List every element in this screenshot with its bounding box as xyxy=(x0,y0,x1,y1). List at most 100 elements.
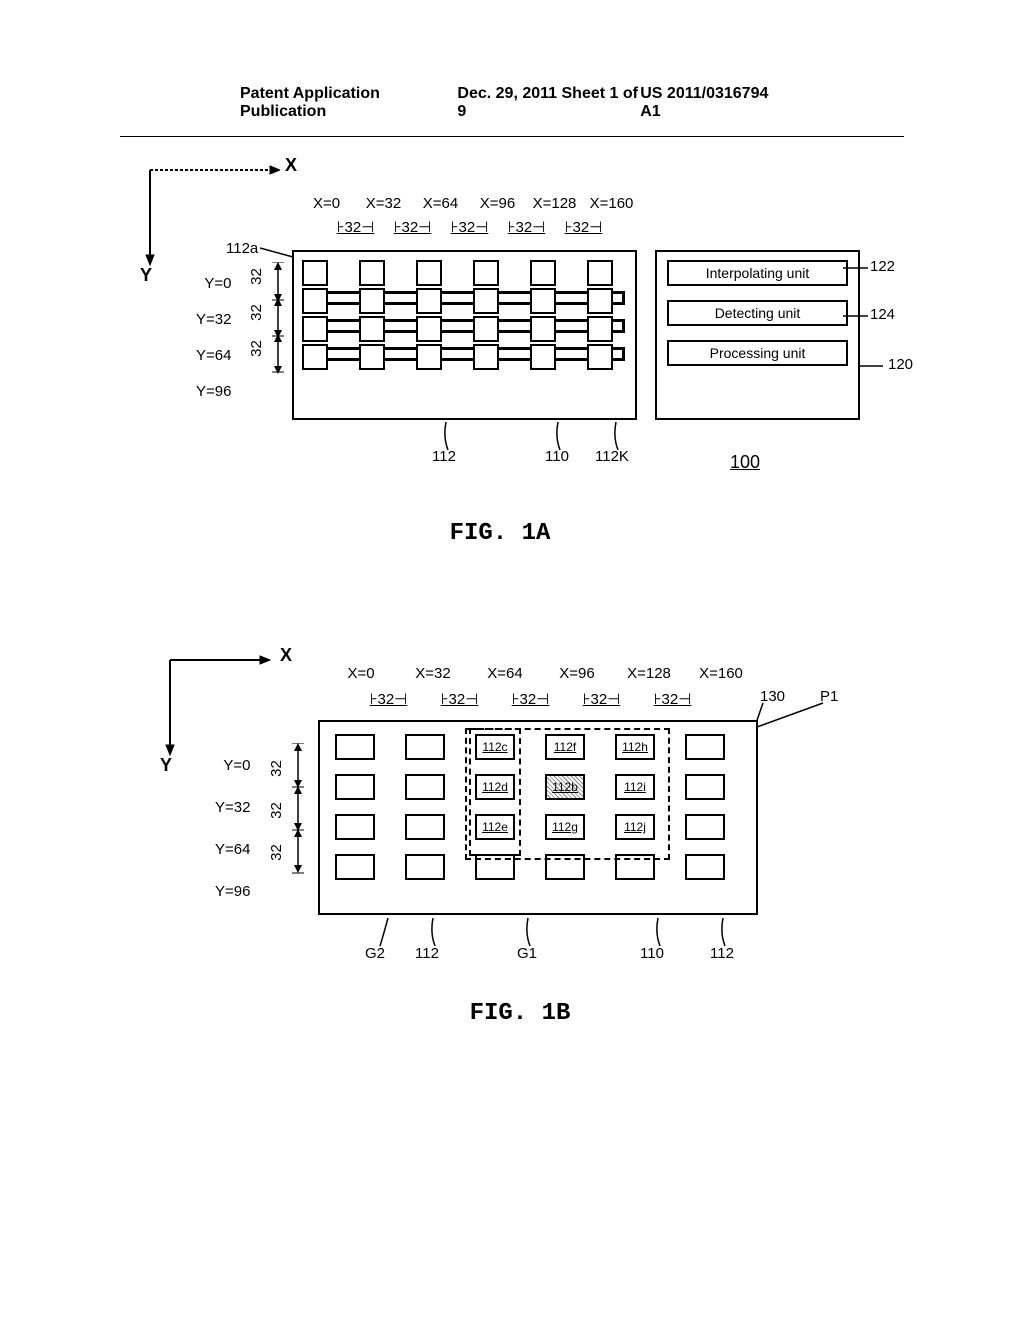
y-label: Y=0 xyxy=(215,748,250,790)
sensor-node xyxy=(685,814,725,840)
sensor-row xyxy=(302,344,635,370)
axis-y-label-a: Y xyxy=(140,265,152,286)
sensor-node xyxy=(335,854,375,880)
pitch-label: ⊦32⊣ xyxy=(431,690,488,708)
sensor-node xyxy=(405,774,445,800)
x-pitch-labels-a: ⊦32⊣ ⊦32⊣ ⊦32⊣ ⊦32⊣ ⊦32⊣ xyxy=(327,218,612,236)
leader-g1 xyxy=(520,918,540,948)
x-label: X=160 xyxy=(583,195,640,212)
sensor-node xyxy=(530,288,556,314)
x-label: X=0 xyxy=(330,665,392,682)
y-bracket-b xyxy=(288,743,310,898)
y-label: Y=96 xyxy=(215,874,250,916)
x-label: X=128 xyxy=(618,665,680,682)
pitch-label: ⊦32⊣ xyxy=(441,218,498,236)
sensor-node xyxy=(359,316,385,342)
sensor-node xyxy=(302,316,328,342)
ref-122: 122 xyxy=(870,258,895,275)
sensor-node xyxy=(335,734,375,760)
y-bracket-a xyxy=(268,262,290,392)
y-labels-a: Y=0 Y=32 Y=64 Y=96 xyxy=(196,266,231,410)
sensor-node xyxy=(416,260,442,286)
sensor-node xyxy=(359,344,385,370)
sensor-node xyxy=(587,316,613,342)
pitch-label: ⊦32⊣ xyxy=(360,690,417,708)
sensor-node xyxy=(685,774,725,800)
pitch-label: ⊦32⊣ xyxy=(384,218,441,236)
pitch-label: ⊦32⊣ xyxy=(498,218,555,236)
sensor-node xyxy=(473,288,499,314)
sensor-panel-a xyxy=(292,250,637,420)
sensor-node xyxy=(405,814,445,840)
ref-110-b: 110 xyxy=(640,945,664,962)
x-labels-b: X=0 X=32 X=64 X=96 X=128 X=160 xyxy=(330,665,752,682)
y-labels-b: Y=0 Y=32 Y=64 Y=96 xyxy=(215,748,250,916)
axis-y-label-b: Y xyxy=(160,755,172,776)
leader-110b xyxy=(650,918,670,948)
ref-g1: G1 xyxy=(517,945,537,962)
y-label: Y=64 xyxy=(215,832,250,874)
sensor-node xyxy=(530,316,556,342)
y-label: Y=0 xyxy=(196,266,231,302)
detecting-unit: Detecting unit xyxy=(667,300,848,326)
sensor-node xyxy=(335,774,375,800)
fig-1a-label: FIG. 1A xyxy=(400,520,600,547)
sensor-node xyxy=(473,260,499,286)
leader-g2 xyxy=(376,918,396,948)
sensor-node xyxy=(302,288,328,314)
ref-112-bottom: 112 xyxy=(415,945,439,962)
leader-124 xyxy=(843,308,873,323)
ref-112-right: 112 xyxy=(710,945,734,962)
pitch-label: ⊦32⊣ xyxy=(502,690,559,708)
ref-112k: 112K xyxy=(595,448,629,465)
y-label: Y=96 xyxy=(196,374,231,410)
sensor-node xyxy=(685,734,725,760)
fig-1b-label: FIG. 1B xyxy=(420,1000,620,1027)
header-left: Patent Application Publication xyxy=(240,85,457,126)
x-label: X=32 xyxy=(402,665,464,682)
y-label: Y=32 xyxy=(196,302,231,338)
sensor-node xyxy=(473,344,499,370)
x-label: X=64 xyxy=(412,195,469,212)
ref-g2: G2 xyxy=(365,945,385,962)
sensor-node xyxy=(416,288,442,314)
x-label: X=0 xyxy=(298,195,355,212)
sensor-node xyxy=(473,316,499,342)
x-label: X=160 xyxy=(690,665,752,682)
sensor-node xyxy=(302,344,328,370)
sensor-node xyxy=(685,854,725,880)
sensor-row xyxy=(302,288,635,314)
sensor-node xyxy=(587,260,613,286)
leader-120 xyxy=(858,358,888,373)
y-label: Y=64 xyxy=(196,338,231,374)
patent-header: Patent Application Publication Dec. 29, … xyxy=(120,0,904,137)
y-pitch-labels-b: 32 32 32 xyxy=(268,760,285,886)
ref-112: 112 xyxy=(432,448,456,465)
sensor-node xyxy=(359,288,385,314)
sensor-node xyxy=(587,288,613,314)
x-label: X=64 xyxy=(474,665,536,682)
axis-x-label-a: X xyxy=(285,155,297,176)
group-g2 xyxy=(469,728,521,856)
ref-112a: 112a xyxy=(226,240,258,257)
x-label: X=96 xyxy=(469,195,526,212)
x-labels-a: X=0 X=32 X=64 X=96 X=128 X=160 xyxy=(298,195,640,212)
ref-110: 110 xyxy=(545,448,569,465)
ref-120: 120 xyxy=(888,356,913,373)
device-number: 100 xyxy=(730,452,760,473)
y-pitch-labels-a: 32 32 32 xyxy=(248,268,265,376)
x-label: X=128 xyxy=(526,195,583,212)
sensor-node xyxy=(302,260,328,286)
sensor-node xyxy=(405,734,445,760)
sensor-row xyxy=(302,316,635,342)
sensor-node xyxy=(416,316,442,342)
leader-122 xyxy=(843,260,873,275)
interpolating-unit: Interpolating unit xyxy=(667,260,848,286)
sensor-node xyxy=(335,814,375,840)
x-label: X=96 xyxy=(546,665,608,682)
coord-axis-a xyxy=(140,160,280,270)
sensor-node xyxy=(530,344,556,370)
sensor-node xyxy=(416,344,442,370)
processing-panel: Interpolating unit Detecting unit Proces… xyxy=(655,250,860,420)
sensor-row xyxy=(302,260,635,286)
